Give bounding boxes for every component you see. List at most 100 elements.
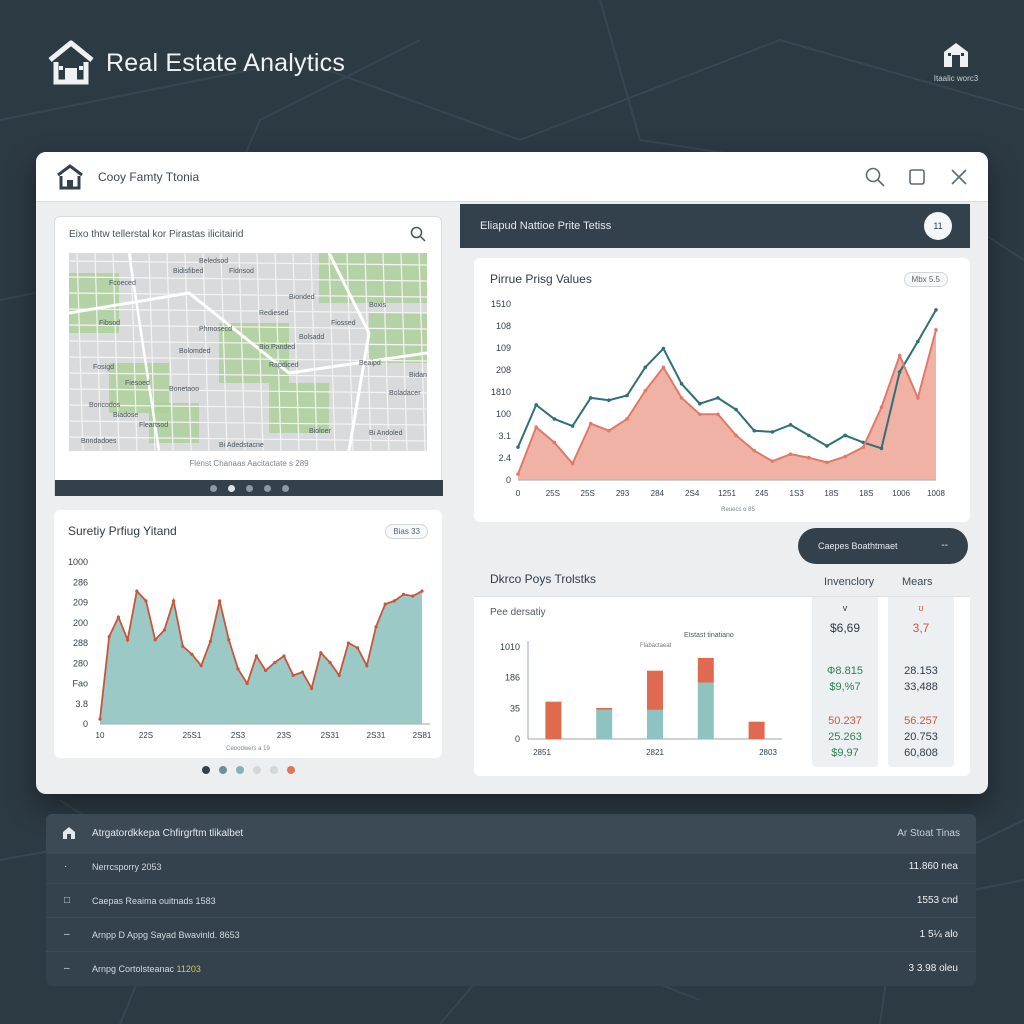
page-dot[interactable] xyxy=(253,766,261,774)
data-point xyxy=(879,405,884,410)
x-tick-label: 2803 xyxy=(759,748,777,757)
map-label: Bolomded xyxy=(179,348,211,355)
bar xyxy=(545,701,562,739)
corner-badge[interactable]: Itaalic worc3 xyxy=(930,40,982,83)
x-tick-label: 2S3 xyxy=(231,731,246,740)
summary-row[interactable]: · Nerrcsporry 2053 11.860 nea xyxy=(46,850,976,884)
y-tick-label: 1000 xyxy=(68,557,88,567)
data-point xyxy=(310,686,314,690)
map-page-dot[interactable] xyxy=(227,484,235,492)
price-line-chart: 1510 108 109 208 1810 100 3.1 2.4 00 25S 25S 293 284… xyxy=(491,299,945,513)
y-tick-label: 186 xyxy=(505,673,520,683)
page-dot[interactable] xyxy=(202,766,210,774)
x-tick-label: 2S81 xyxy=(413,731,432,740)
y-tick-label: 100 xyxy=(496,409,511,419)
map-label: Bionded xyxy=(289,294,315,301)
dash-icon: – xyxy=(64,929,70,940)
data-point xyxy=(552,440,557,445)
y-tick-label: 1810 xyxy=(491,387,511,397)
checkbox-icon[interactable]: □ xyxy=(64,895,78,909)
y-tick-label: 200 xyxy=(73,618,88,628)
page-dot[interactable] xyxy=(287,766,295,774)
data-point xyxy=(199,664,203,668)
map-card-title: Eixo thtw tellerstal kor Pirastas ilicit… xyxy=(69,229,244,240)
map-label: Biadose xyxy=(113,412,138,419)
map-label: Fosigd xyxy=(93,364,114,371)
summary-row-value: 1553 cnd xyxy=(916,895,958,906)
data-point xyxy=(291,673,295,677)
neighborhood-map[interactable]: Beledsod Bidisfibed Fcoeced Fldnsod Bionded R… xyxy=(69,253,427,451)
summary-row-label: Nerrcsporry 2053 xyxy=(92,862,162,872)
data-point xyxy=(172,599,176,603)
data-point xyxy=(697,412,702,417)
y-tick-label: 3.8 xyxy=(75,699,88,709)
data-point xyxy=(116,615,120,619)
data-point xyxy=(245,681,249,686)
map-label: Fleartsod xyxy=(139,422,168,429)
y-tick-label: 35 xyxy=(510,703,520,713)
data-point xyxy=(392,599,396,603)
house-logo-icon xyxy=(57,163,83,189)
summary-row[interactable]: – Arnpg Cortolsteanac 11203 3 3.98 oleu xyxy=(46,952,976,986)
page-dot[interactable] xyxy=(270,766,278,774)
page-dot[interactable] xyxy=(219,766,227,774)
compare-button[interactable]: Caepes Boathtmaet -- xyxy=(798,528,968,564)
trend-area-chart: 1000 286 209 200 288 280 Fao 3.8 0 10 22S 25S1 2S3 23… xyxy=(68,557,432,752)
map-label: Fldnsod xyxy=(229,268,254,275)
window-titlebar: Cooy Famty Ttonia xyxy=(36,152,988,202)
data-point xyxy=(934,308,938,312)
summary-row-value: 3 3.98 oleu xyxy=(908,963,959,974)
data-point xyxy=(897,353,902,358)
x-tick-label: 2S4 xyxy=(685,489,700,498)
data-point xyxy=(588,421,593,426)
x-tick-label: 1S3 xyxy=(790,489,805,498)
means-value: 56.257 xyxy=(904,715,938,727)
map-page-dot[interactable] xyxy=(281,484,289,492)
bar xyxy=(596,708,613,710)
data-point xyxy=(107,634,111,639)
data-point xyxy=(788,423,793,427)
data-point xyxy=(643,389,648,393)
bullet-icon: · xyxy=(64,861,68,872)
search-icon[interactable] xyxy=(409,225,427,243)
summary-row[interactable]: – Arnpp D Appg Sayad Bwavinld. 8653 1 5¼… xyxy=(46,918,976,952)
summary-title: Atrgatordkkepa Chfirgrftm tlikalbet xyxy=(92,828,244,839)
y-tick-label: 0 xyxy=(83,719,88,729)
maximize-icon[interactable] xyxy=(906,166,928,188)
y-tick-label: 0 xyxy=(506,475,511,485)
notification-badge[interactable]: 11 xyxy=(924,212,952,240)
map-label: Fibsod xyxy=(99,320,120,327)
close-icon[interactable] xyxy=(948,166,970,188)
window-title: Cooy Famty Ttonia xyxy=(98,169,200,184)
bar-annotation: Etstast tinatiano xyxy=(684,632,734,639)
inventory-column-header: Invenclory xyxy=(824,576,875,588)
means-value: 60,808 xyxy=(904,747,938,759)
data-point xyxy=(534,403,538,407)
inventory-value: Ф8.815 xyxy=(827,665,863,677)
map-page-dot[interactable] xyxy=(245,484,253,492)
summary-row[interactable]: □ Caepas Reaima ouitnads 1583 1553 cnd xyxy=(46,884,976,918)
y-tick-label: 2.4 xyxy=(498,453,511,463)
y-tick-label: 208 xyxy=(496,365,511,375)
price-card: Pirrue Prisg Values Mbx 5.5 1510 108 109 20… xyxy=(474,258,970,522)
means-top-value: 3,7 xyxy=(912,621,930,635)
y-tick-label: 109 xyxy=(496,343,511,353)
map-label: Bnndadoes xyxy=(81,438,117,445)
data-point xyxy=(806,455,811,460)
search-icon[interactable] xyxy=(864,166,886,188)
corner-badge-text: Itaalic worc3 xyxy=(933,74,979,83)
summary-header-right: Ar Stoat Tinas xyxy=(897,828,960,839)
map-page-dot[interactable] xyxy=(209,484,217,492)
density-bar-chart: 1010 186 35 0 2851 2821 2803 Etstast tinatiano F… xyxy=(500,632,782,757)
house-icon xyxy=(63,827,75,839)
map-label: Beaipd xyxy=(359,360,381,367)
page-dot[interactable] xyxy=(236,766,244,774)
data-point xyxy=(337,673,341,677)
map-page-dot[interactable] xyxy=(263,484,271,492)
trend-range-pill[interactable]: Bias 33 xyxy=(385,524,428,539)
bar xyxy=(748,721,765,739)
data-point xyxy=(843,433,847,438)
data-point xyxy=(934,328,938,332)
summary-panel: Atrgatordkkepa Chfirgrftm tlikalbet Ar S… xyxy=(46,814,976,986)
data-point xyxy=(273,660,277,665)
